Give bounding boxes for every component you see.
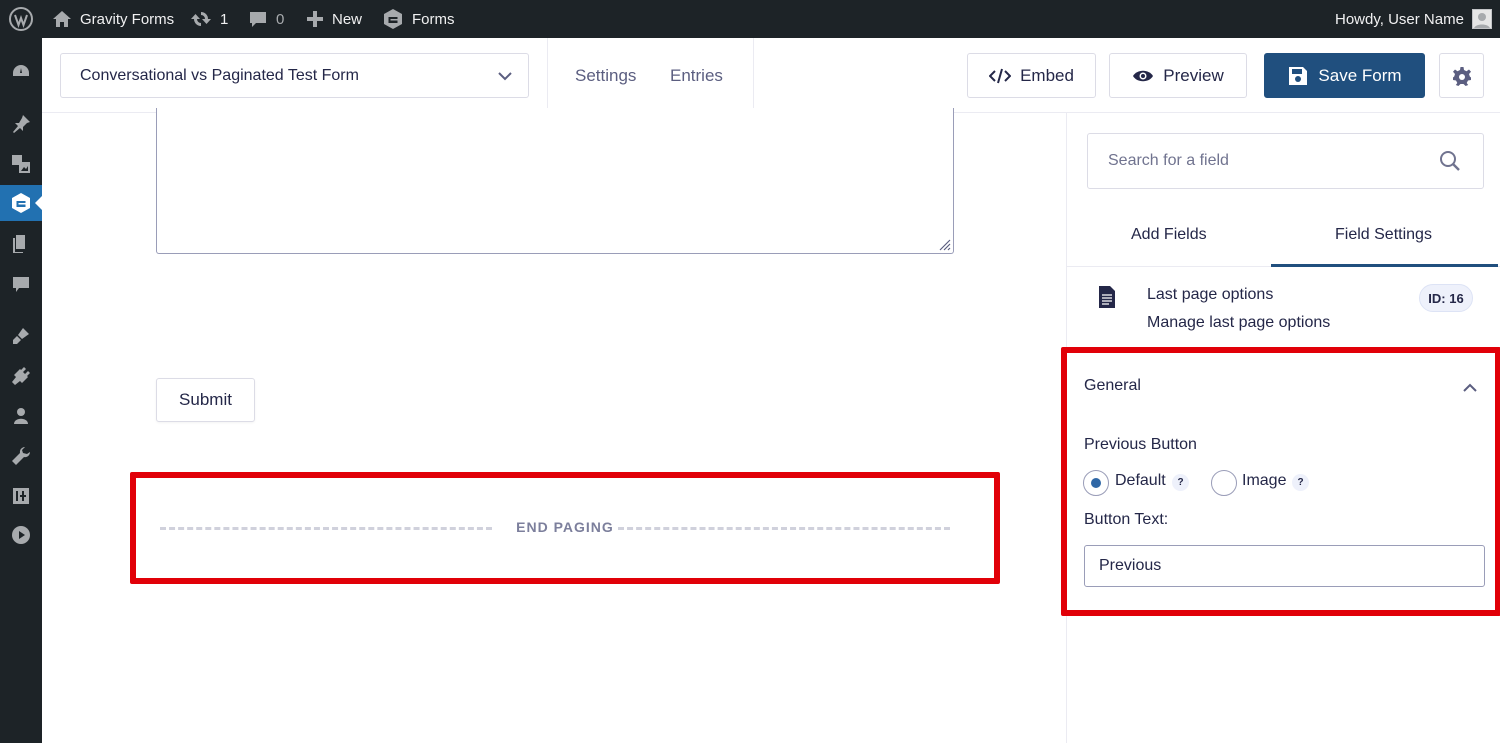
previous-button-label: Previous Button xyxy=(1084,436,1197,453)
user-account-menu[interactable]: Howdy, User Name xyxy=(1335,0,1492,38)
toolbar-divider xyxy=(753,38,754,113)
settings-link[interactable]: Settings xyxy=(575,66,636,86)
search-icon[interactable] xyxy=(1439,150,1461,172)
comments-count: 0 xyxy=(276,10,285,28)
menu-tools[interactable] xyxy=(0,438,42,474)
form-editor-canvas: Submit END PAGING xyxy=(42,108,1066,743)
general-section-title[interactable]: General xyxy=(1084,377,1141,395)
form-editor-toolbar: Conversational vs Paginated Test Form Se… xyxy=(42,38,1500,113)
field-type-description: Manage last page options xyxy=(1147,314,1331,331)
field-type-title: Last page options xyxy=(1147,286,1274,303)
embed-label: Embed xyxy=(1020,65,1074,85)
gravity-forms-icon xyxy=(12,193,30,213)
comments-link[interactable]: 0 xyxy=(248,0,284,38)
forms-label: Forms xyxy=(412,10,455,28)
gravity-forms-icon xyxy=(384,9,402,29)
paragraph-field-textarea[interactable] xyxy=(156,108,954,254)
active-menu-indicator xyxy=(35,196,42,210)
radio-default-label[interactable]: Default xyxy=(1115,472,1166,490)
code-icon xyxy=(989,68,1012,83)
field-id-badge: ID: 16 xyxy=(1419,284,1473,312)
updates-link[interactable]: 1 xyxy=(190,0,228,38)
resize-handle-icon[interactable] xyxy=(937,237,951,251)
users-icon xyxy=(14,408,28,424)
form-settings-gear-button[interactable] xyxy=(1439,53,1484,98)
help-tooltip-icon[interactable]: ? xyxy=(1172,474,1189,491)
wordpress-logo-icon[interactable] xyxy=(8,0,34,38)
admin-bar: Gravity Forms 1 0 New Forms Howdy, User … xyxy=(0,0,1500,38)
save-form-label: Save Form xyxy=(1318,65,1402,85)
updates-count: 1 xyxy=(220,10,229,28)
site-name-label: Gravity Forms xyxy=(80,10,175,28)
menu-pages[interactable] xyxy=(0,226,42,262)
settings-sliders-icon xyxy=(13,488,29,504)
menu-gravity-forms[interactable] xyxy=(0,185,42,221)
field-settings-panel: Add Fields Field Settings Last page opti… xyxy=(1061,113,1500,743)
play-circle-icon xyxy=(12,526,30,544)
document-icon xyxy=(1099,286,1115,308)
menu-settings[interactable] xyxy=(0,478,42,514)
wrench-icon xyxy=(12,446,31,465)
tab-field-settings[interactable]: Field Settings xyxy=(1335,226,1432,244)
tab-add-fields[interactable]: Add Fields xyxy=(1131,226,1207,244)
end-paging-field[interactable]: END PAGING xyxy=(130,472,1000,584)
howdy-text: Howdy, User Name xyxy=(1335,10,1464,28)
comments-icon xyxy=(13,277,29,292)
radio-image-label[interactable]: Image xyxy=(1242,472,1286,490)
search-input[interactable] xyxy=(1088,134,1483,188)
menu-media[interactable] xyxy=(0,146,42,182)
menu-dashboard[interactable] xyxy=(0,54,42,90)
form-switcher-dropdown[interactable]: Conversational vs Paginated Test Form xyxy=(60,53,529,98)
embed-button[interactable]: Embed xyxy=(967,53,1096,98)
menu-users[interactable] xyxy=(0,398,42,434)
menu-posts[interactable] xyxy=(0,106,42,142)
menu-media-player[interactable] xyxy=(0,517,42,553)
form-title: Conversational vs Paginated Test Form xyxy=(80,66,359,84)
button-text-input[interactable]: Previous xyxy=(1084,545,1485,587)
gear-icon xyxy=(1452,66,1471,86)
toolbar-divider xyxy=(547,38,548,113)
menu-comments[interactable] xyxy=(0,266,42,302)
menu-appearance[interactable] xyxy=(0,318,42,354)
media-icon xyxy=(12,155,30,173)
paintbrush-icon xyxy=(13,328,29,344)
avatar xyxy=(1471,9,1492,29)
chevron-up-icon[interactable] xyxy=(1461,379,1479,395)
forms-link[interactable]: Forms xyxy=(382,0,455,38)
submit-button[interactable]: Submit xyxy=(156,378,255,422)
save-form-button[interactable]: Save Form xyxy=(1264,53,1425,98)
new-content-link[interactable]: New xyxy=(306,0,362,38)
radio-default[interactable] xyxy=(1083,470,1109,496)
site-name-link[interactable]: Gravity Forms xyxy=(52,0,174,38)
pushpin-icon xyxy=(13,115,30,133)
active-tab-indicator xyxy=(1271,264,1498,267)
radio-image[interactable] xyxy=(1211,470,1237,496)
plus-icon xyxy=(307,11,323,27)
help-tooltip-icon[interactable]: ? xyxy=(1292,474,1309,491)
preview-label: Preview xyxy=(1163,65,1224,85)
field-search-box xyxy=(1087,133,1484,189)
admin-sidebar xyxy=(0,38,42,743)
user-silhouette-icon xyxy=(1474,13,1490,28)
dashed-divider xyxy=(618,527,950,530)
dashboard-icon xyxy=(13,65,29,76)
updates-icon xyxy=(191,12,211,26)
preview-button[interactable]: Preview xyxy=(1109,53,1247,98)
menu-plugins[interactable] xyxy=(0,358,42,394)
eye-icon xyxy=(1133,70,1154,81)
button-text-label: Button Text: xyxy=(1084,511,1169,528)
entries-link[interactable]: Entries xyxy=(670,66,723,86)
pages-icon xyxy=(13,235,25,253)
home-icon xyxy=(53,11,71,27)
comment-icon xyxy=(250,12,266,27)
plug-icon xyxy=(12,367,30,385)
chevron-down-icon xyxy=(498,72,512,81)
new-label: New xyxy=(332,10,363,28)
save-disk-icon xyxy=(1289,66,1308,85)
